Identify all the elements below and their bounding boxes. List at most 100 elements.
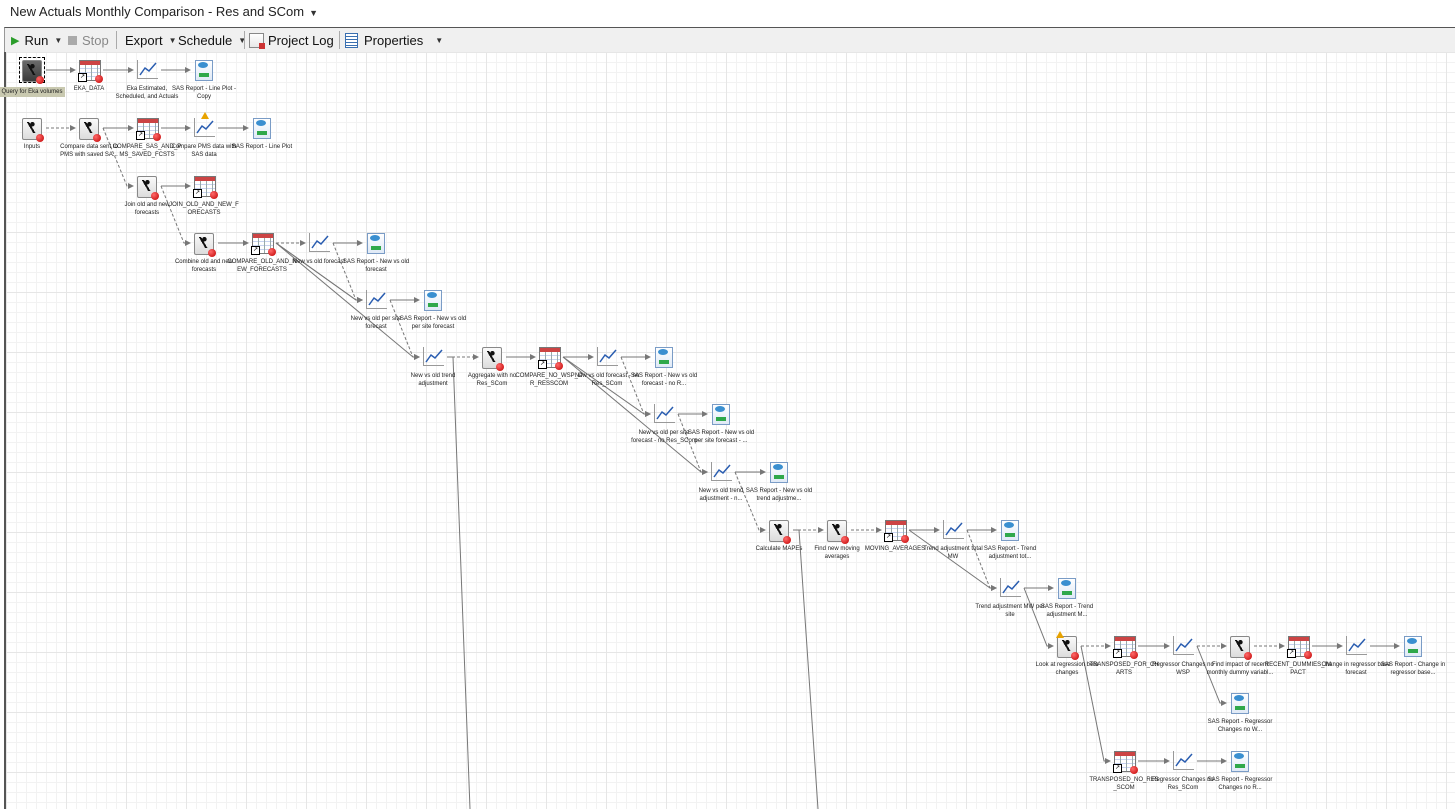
data-table-icon: ↗ <box>136 118 161 141</box>
flow-node-report[interactable]: SAS Report - Change in regressor base... <box>1378 636 1448 677</box>
data-table-icon: ↗ <box>251 233 276 256</box>
sas-report-icon <box>424 290 442 311</box>
stop-icon <box>68 35 77 45</box>
line-plot-icon <box>194 112 215 137</box>
line-plot-icon <box>309 233 330 252</box>
sas-report-icon <box>367 233 385 254</box>
flow-node-report[interactable]: SAS Report - New vs old forecast - no R.… <box>629 347 699 388</box>
sas-report-icon <box>770 462 788 483</box>
node-label: SAS Report - Regressor Changes no W... <box>1207 719 1273 733</box>
node-label: SAS Report - Change in regressor base... <box>1380 662 1446 676</box>
error-icon <box>1071 652 1079 660</box>
error-icon <box>36 134 44 142</box>
error-icon <box>208 249 216 257</box>
error-icon <box>95 75 103 83</box>
error-icon <box>783 536 791 544</box>
node-label: SAS Report - Trend adjustment M... <box>1040 604 1094 618</box>
line-plot-icon <box>137 60 158 79</box>
error-icon <box>268 248 276 256</box>
error-icon <box>1244 652 1252 660</box>
flow-node-report[interactable]: SAS Report - Line Plot - Copy <box>169 60 239 101</box>
sas-report-icon <box>195 60 213 81</box>
node-label: SAS Report - New vs old per site forecas… <box>399 316 467 330</box>
node-label: SAS Report - Trend adjustment tot... <box>983 546 1037 560</box>
toolbar-separator <box>244 31 245 49</box>
node-label: JOIN_OLD_AND_NEW_FORECASTS <box>169 202 239 216</box>
line-plot-icon <box>1173 751 1194 770</box>
flow-node-report[interactable]: SAS Report - Line Plot <box>227 118 297 151</box>
flow-node-data[interactable]: ↗ JOIN_OLD_AND_NEW_FORECASTS <box>169 176 239 217</box>
flow-node-report[interactable]: SAS Report - New vs old trend adjustme..… <box>744 462 814 503</box>
line-plot-icon <box>597 347 618 366</box>
data-table-icon: ↗ <box>538 347 563 370</box>
flow-node-report[interactable]: SAS Report - New vs old per site forecas… <box>398 290 468 331</box>
play-icon: ▶ <box>11 34 20 47</box>
toolbar-separator <box>116 31 117 49</box>
chevron-down-icon: ▼ <box>309 8 318 18</box>
project-title: New Actuals Monthly Comparison - Res and… <box>10 4 305 19</box>
run-button[interactable]: ▶ Run ▼ <box>11 31 62 49</box>
error-icon <box>496 363 504 371</box>
error-icon <box>210 191 218 199</box>
toolbar: ▶ Run ▼ Stop Export ▼ Schedule ▼ Project… <box>4 27 1455 53</box>
sas-report-icon <box>712 404 730 425</box>
export-button[interactable]: Export ▼ <box>125 31 177 49</box>
error-icon <box>93 134 101 142</box>
project-log-button[interactable]: Project Log <box>249 31 334 49</box>
line-plot-icon <box>711 462 732 481</box>
properties-button[interactable]: Properties ▼ <box>345 31 443 49</box>
properties-icon <box>345 32 358 48</box>
shortcut-icon: ↗ <box>538 360 547 369</box>
properties-label: Properties <box>364 32 424 48</box>
node-label: SAS Report - Regressor Changes no R... <box>1207 777 1273 791</box>
program-icon <box>482 347 504 371</box>
run-label: Run <box>24 32 49 48</box>
sas-report-icon <box>1058 578 1076 599</box>
program-icon <box>79 118 101 142</box>
chevron-down-icon: ▼ <box>435 35 444 45</box>
shortcut-icon: ↗ <box>884 533 893 542</box>
node-label: SAS Report - Line Plot <box>231 144 293 150</box>
sas-report-icon <box>253 118 271 139</box>
warning-icon <box>1056 631 1064 638</box>
flow-node-report[interactable]: SAS Report - Trend adjustment tot... <box>975 520 1045 561</box>
stop-label: Stop <box>82 32 109 48</box>
stop-button[interactable]: Stop <box>68 31 109 49</box>
sas-report-icon <box>1231 751 1249 772</box>
flow-node-report[interactable]: SAS Report - Trend adjustment M... <box>1032 578 1102 619</box>
shortcut-icon: ↗ <box>78 73 87 82</box>
data-table-icon: ↗ <box>193 176 218 199</box>
line-plot-icon <box>1000 578 1021 597</box>
error-icon <box>153 133 161 141</box>
line-plot-icon <box>943 520 964 539</box>
project-title-dropdown[interactable]: New Actuals Monthly Comparison - Res and… <box>10 4 318 19</box>
error-icon <box>555 362 563 370</box>
node-label: SAS Report - New vs old trend adjustme..… <box>745 488 813 502</box>
flow-node-report[interactable]: SAS Report - Regressor Changes no W... <box>1205 693 1275 734</box>
sas-report-icon <box>1001 520 1019 541</box>
error-icon <box>36 76 44 84</box>
sas-report-icon <box>655 347 673 368</box>
line-plot-icon <box>366 290 387 309</box>
warning-icon <box>201 112 209 119</box>
program-icon <box>194 233 216 257</box>
toolbar-separator <box>339 31 340 49</box>
chevron-down-icon[interactable]: ▼ <box>54 36 62 45</box>
flow-node-report[interactable]: SAS Report - Regressor Changes no R... <box>1205 751 1275 792</box>
shortcut-icon: ↗ <box>1113 649 1122 658</box>
program-icon <box>137 176 159 200</box>
sas-report-icon <box>1404 636 1422 657</box>
error-icon <box>1130 651 1138 659</box>
shortcut-icon: ↗ <box>251 246 260 255</box>
error-icon <box>151 192 159 200</box>
program-icon <box>769 520 791 544</box>
node-label: SAS Report - Line Plot - Copy <box>171 86 237 100</box>
chevron-down-icon: ▼ <box>168 35 177 45</box>
error-icon <box>841 536 849 544</box>
shortcut-icon: ↗ <box>136 131 145 140</box>
flow-node-report[interactable]: SAS Report - New vs old per site forecas… <box>686 404 756 445</box>
flow-node-report[interactable]: SAS Report - New vs old forecast <box>341 233 411 274</box>
sas-report-icon <box>1231 693 1249 714</box>
shortcut-icon: ↗ <box>193 189 202 198</box>
schedule-button[interactable]: Schedule ▼ <box>178 31 246 49</box>
